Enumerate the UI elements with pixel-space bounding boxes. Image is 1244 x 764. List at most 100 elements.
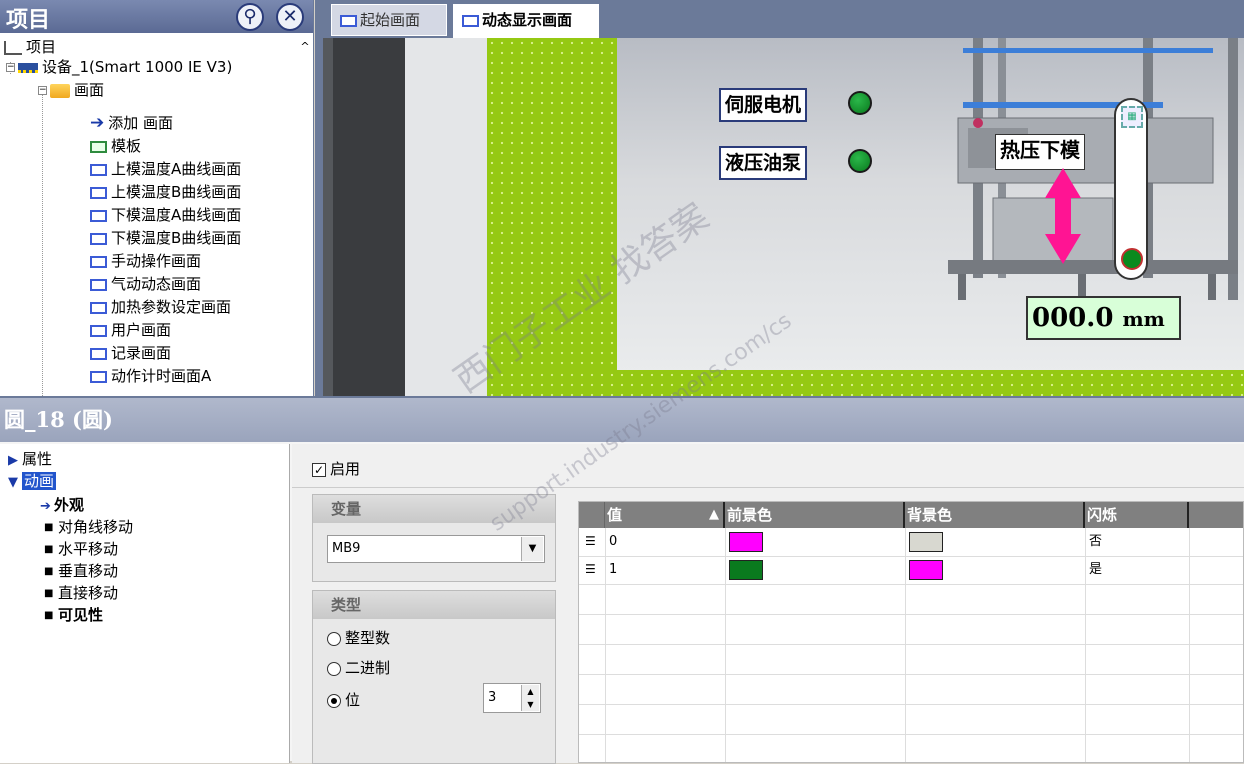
row-handle-icon[interactable]: ☰: [585, 562, 599, 576]
row-handle-icon[interactable]: ☰: [585, 534, 599, 548]
table-row-bg[interactable]: [905, 556, 1085, 584]
sort-ascending-icon[interactable]: ▲: [709, 502, 719, 528]
project-panel: 项目 ⚲ ✕ 项目 − 设备_1(Smart 1000 IE V3) − 画面 ➔ 添…: [0, 0, 314, 396]
nav-vertical-move[interactable]: ■ 垂直移动: [44, 560, 118, 582]
hot-press-label: 热压下模: [995, 134, 1085, 170]
green-frame-vertical: [487, 38, 617, 396]
radio-icon[interactable]: [327, 631, 341, 646]
column-header-foreground[interactable]: 前景色: [725, 502, 905, 528]
radio-selected-icon[interactable]: [327, 693, 341, 708]
properties-nav: ▶ 属性 ▼ 动画 ➔ 外观 ■ 对角线移动 ■ 水平移动 ■ 垂直移动 ■ 直接移动 ■ 可见…: [0, 444, 290, 763]
bullet-icon: ■: [44, 565, 54, 577]
table-row-fg[interactable]: [725, 556, 905, 584]
collapse-icon[interactable]: ▼: [8, 472, 22, 494]
tree-item-screen[interactable]: 下模温度B曲线画面: [90, 227, 241, 250]
animation-settings: ✓ 启用 变量 MB9 ▼ 类型 整型数 二进制 位 3 ▲ ▼ 值 ▲ 前景色…: [292, 444, 1244, 764]
tab-bar: 起始画面 动态显示画面: [315, 0, 1244, 38]
nav-animation[interactable]: ▼ 动画: [8, 470, 57, 494]
selected-circle-lamp[interactable]: [1121, 248, 1143, 270]
table-row-blink[interactable]: 是: [1085, 556, 1189, 584]
bullet-icon: ■: [44, 587, 54, 599]
nav-direct-move[interactable]: ■ 直接移动: [44, 582, 118, 604]
tree-item-screen[interactable]: 加热参数设定画面: [90, 296, 231, 319]
tree-item-device[interactable]: − 设备_1(Smart 1000 IE V3): [6, 56, 232, 79]
screen-editor: 起始画面 动态显示画面 伺服电机 液压油泵 热压下模 ▦ 000.0 mm: [315, 0, 1244, 396]
color-swatch[interactable]: [729, 531, 763, 552]
tree-item-add-screen[interactable]: ➔ 添加 画面: [90, 112, 173, 135]
properties-title: 圆_18 (圆): [0, 398, 1244, 442]
column-header-empty: [1189, 502, 1243, 528]
bullet-icon: ■: [44, 609, 54, 621]
properties-panel: 圆_18 (圆) ▶ 属性 ▼ 动画 ➔ 外观 ■ 对角线移动 ■ 水平移动 ■ 垂直移动 …: [0, 396, 1244, 764]
color-swatch[interactable]: [909, 559, 943, 580]
tree-item-screen[interactable]: 记录画面: [90, 342, 171, 365]
servo-motor-label: 伺服电机: [719, 88, 808, 122]
dropdown-arrow-icon[interactable]: ▼: [521, 537, 543, 561]
tab-dynamic-screen[interactable]: 动态显示画面: [453, 4, 599, 38]
slider-handle-icon[interactable]: ▦: [1121, 106, 1143, 128]
screen-icon: [90, 347, 107, 360]
screen-canvas[interactable]: 伺服电机 液压油泵 热压下模 ▦ 000.0 mm: [323, 38, 1244, 396]
collapse-icon[interactable]: −: [38, 86, 47, 95]
table-row-value[interactable]: 0: [605, 528, 725, 556]
tree-item-screen[interactable]: 用户画面: [90, 319, 171, 342]
color-swatch[interactable]: [729, 559, 763, 580]
type-group: 类型 整型数 二进制 位 3 ▲ ▼: [312, 590, 556, 764]
column-header-background[interactable]: 背景色: [905, 502, 1085, 528]
radio-icon[interactable]: [327, 661, 341, 676]
tree-item-screen[interactable]: 气动动态画面: [90, 273, 201, 296]
color-swatch[interactable]: [909, 531, 943, 552]
row-header-corner: [579, 502, 605, 528]
pin-icon[interactable]: ⚲: [236, 3, 264, 31]
nav-horizontal-move[interactable]: ■ 水平移动: [44, 538, 118, 560]
nav-visibility[interactable]: ■ 可见性: [44, 604, 103, 626]
table-row-blink[interactable]: 否: [1085, 528, 1189, 556]
tree-item-template[interactable]: 模板: [90, 135, 141, 158]
checkbox-checked-icon[interactable]: ✓: [312, 462, 326, 477]
project-tree: 项目 − 设备_1(Smart 1000 IE V3) − 画面 ➔ 添加 画面 模板…: [0, 34, 298, 396]
nav-appearance[interactable]: ➔ 外观: [40, 494, 84, 516]
screen-icon: [90, 255, 107, 268]
add-arrow-icon: ➔: [90, 113, 105, 133]
template-icon: [90, 140, 107, 153]
position-value-display[interactable]: 000.0 mm: [1026, 296, 1181, 340]
bit-number-stepper[interactable]: 3 ▲ ▼: [483, 683, 541, 713]
tree-item-screen[interactable]: 上模温度B曲线画面: [90, 181, 241, 204]
nav-properties[interactable]: ▶ 属性: [8, 448, 52, 470]
tree-item-screen[interactable]: 手动操作画面: [90, 250, 201, 273]
tab-start-screen[interactable]: 起始画面: [331, 4, 447, 36]
tree-item-screens[interactable]: − 画面: [38, 79, 104, 102]
close-icon[interactable]: ✕: [276, 3, 304, 31]
project-icon: [4, 40, 22, 55]
table-row-value[interactable]: 1: [605, 556, 725, 584]
variable-select[interactable]: MB9 ▼: [327, 535, 545, 563]
press-machine-image: [948, 38, 1238, 300]
type-integer-radio[interactable]: 整型数: [327, 627, 390, 649]
tree-item-screen[interactable]: 动作计时画面A: [90, 365, 211, 388]
table-row-bg[interactable]: [905, 528, 1085, 556]
screen-icon: [90, 370, 107, 383]
hydraulic-status-lamp[interactable]: [848, 149, 872, 173]
tree-item-screen[interactable]: 上模温度A曲线画面: [90, 158, 241, 181]
scroll-up-icon[interactable]: ^: [297, 40, 313, 53]
type-binary-radio[interactable]: 二进制: [327, 657, 390, 679]
type-bit-radio[interactable]: 位: [327, 689, 360, 711]
nav-diagonal-move[interactable]: ■ 对角线移动: [44, 516, 133, 538]
collapse-icon[interactable]: −: [6, 63, 15, 72]
screen-icon: [90, 186, 107, 199]
stepper-arrows-icon[interactable]: ▲ ▼: [521, 685, 539, 711]
enable-checkbox[interactable]: ✓ 启用: [312, 458, 360, 479]
variable-group-title: 变量: [313, 495, 555, 523]
variable-group: 变量 MB9 ▼: [312, 494, 556, 582]
bullet-icon: ■: [44, 543, 54, 555]
table-row-fg[interactable]: [725, 528, 905, 556]
column-header-value[interactable]: 值 ▲: [605, 502, 725, 528]
servo-status-lamp[interactable]: [848, 91, 872, 115]
expand-icon[interactable]: ▶: [8, 450, 22, 472]
type-group-title: 类型: [313, 591, 555, 619]
tree-item-screen[interactable]: 下模温度A曲线画面: [90, 204, 241, 227]
column-header-blink[interactable]: 闪烁: [1085, 502, 1189, 528]
appearance-table[interactable]: 值 ▲ 前景色 背景色 闪烁 ☰ 0 否 ☰ 1 是: [578, 501, 1244, 763]
screen-icon: [462, 14, 479, 27]
screen-icon: [90, 209, 107, 222]
